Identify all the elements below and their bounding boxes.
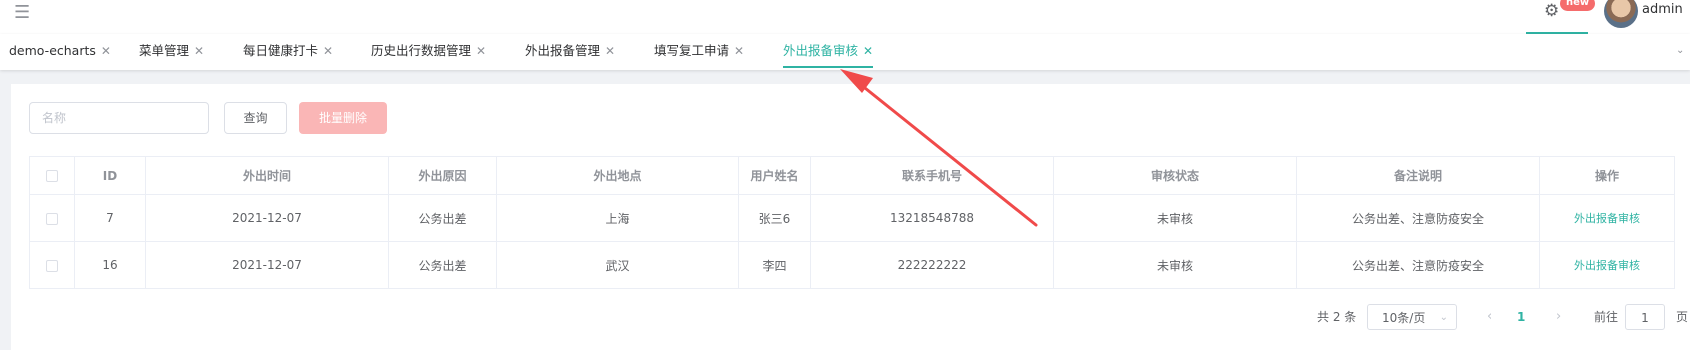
table-row: 16 2021-12-07 公务出差 武汉 李四 222222222 未审核 公… bbox=[29, 241, 1675, 289]
review-link[interactable]: 外出报备审核 bbox=[1574, 259, 1640, 272]
cell-time: 2021-12-07 bbox=[145, 194, 389, 242]
tab-return-to-work-application[interactable]: 填写复工申请 ✕ bbox=[654, 34, 744, 68]
cell-user: 张三6 bbox=[738, 194, 811, 242]
tab-outing-report-management[interactable]: 外出报备管理 ✕ bbox=[525, 34, 615, 68]
tab-demo-echarts[interactable]: demo-echarts ✕ bbox=[9, 34, 111, 68]
table-header-row: ID 外出时间 外出原因 外出地点 用户姓名 联系手机号 审核状态 备注说明 操… bbox=[29, 156, 1675, 195]
column-header: 外出地点 bbox=[496, 156, 739, 195]
row-checkbox[interactable] bbox=[46, 212, 58, 225]
top-header: ☰ ⚙ new admin bbox=[0, 0, 1690, 34]
tab-label: 每日健康打卡 bbox=[243, 43, 319, 58]
chevron-down-icon[interactable]: ⌄ bbox=[1676, 45, 1684, 56]
content-card: 查询 批量删除 ID 外出时间 外出原因 外出地点 用户姓名 联系手机号 审核状… bbox=[11, 84, 1690, 350]
page-size-select[interactable]: 10条/页 ⌄ bbox=[1367, 304, 1457, 330]
tab-outing-report-review[interactable]: 外出报备审核 ✕ bbox=[783, 34, 874, 68]
gear-icon[interactable]: ⚙ bbox=[1544, 2, 1559, 20]
goto-label: 前往 bbox=[1594, 310, 1619, 324]
close-icon[interactable]: ✕ bbox=[323, 44, 333, 58]
cell-status: 未审核 bbox=[1053, 194, 1297, 242]
cell-user: 李四 bbox=[738, 241, 811, 289]
close-icon[interactable]: ✕ bbox=[194, 44, 204, 58]
data-table: ID 外出时间 外出原因 外出地点 用户姓名 联系手机号 审核状态 备注说明 操… bbox=[29, 156, 1675, 289]
hamburger-icon[interactable]: ☰ bbox=[14, 3, 30, 23]
column-header: 备注说明 bbox=[1296, 156, 1540, 195]
tab-label: 外出报备审核 bbox=[783, 43, 859, 58]
search-input[interactable] bbox=[29, 102, 209, 134]
cell-phone: 222222222 bbox=[810, 241, 1054, 289]
tab-label: 历史出行数据管理 bbox=[371, 43, 472, 58]
cell-reason: 公务出差 bbox=[388, 241, 497, 289]
column-header: 操作 bbox=[1539, 156, 1675, 195]
current-page-number[interactable]: 1 bbox=[1517, 304, 1525, 330]
batch-delete-button[interactable]: 批量删除 bbox=[299, 102, 387, 134]
cell-status: 未审核 bbox=[1053, 241, 1297, 289]
page-size-value: 10条/页 bbox=[1382, 311, 1426, 325]
column-header: 审核状态 bbox=[1053, 156, 1297, 195]
cell-remark: 公务出差、注意防疫安全 bbox=[1296, 194, 1540, 242]
user-name[interactable]: admin bbox=[1642, 2, 1683, 17]
close-icon[interactable]: ✕ bbox=[476, 44, 486, 58]
close-icon[interactable]: ✕ bbox=[605, 44, 615, 58]
column-header: 用户姓名 bbox=[738, 156, 811, 195]
row-select-cell[interactable] bbox=[29, 194, 75, 242]
next-page-icon[interactable]: › bbox=[1556, 304, 1561, 330]
tab-label: 外出报备管理 bbox=[525, 43, 601, 58]
row-checkbox[interactable] bbox=[46, 259, 58, 272]
close-icon[interactable]: ✕ bbox=[101, 44, 111, 58]
prev-page-icon[interactable]: ‹ bbox=[1487, 304, 1492, 330]
row-select-cell[interactable] bbox=[29, 241, 75, 289]
cell-place: 武汉 bbox=[496, 241, 739, 289]
close-icon[interactable]: ✕ bbox=[863, 44, 873, 58]
column-header: 外出时间 bbox=[145, 156, 389, 195]
cell-reason: 公务出差 bbox=[388, 194, 497, 242]
tab-label: demo-echarts bbox=[9, 43, 96, 58]
tab-label: 填写复工申请 bbox=[654, 43, 730, 58]
close-icon[interactable]: ✕ bbox=[734, 44, 744, 58]
new-badge: new bbox=[1560, 0, 1596, 11]
cell-action: 外出报备审核 bbox=[1539, 194, 1675, 242]
table-row: 7 2021-12-07 公务出差 上海 张三6 13218548788 未审核… bbox=[29, 194, 1675, 242]
select-all-checkbox[interactable] bbox=[46, 170, 58, 182]
cell-id: 7 bbox=[74, 194, 146, 242]
cell-remark: 公务出差、注意防疫安全 bbox=[1296, 241, 1540, 289]
page-unit-label: 页 bbox=[1676, 310, 1689, 324]
query-button[interactable]: 查询 bbox=[224, 102, 287, 134]
goto-page-input[interactable]: 1 bbox=[1625, 304, 1665, 330]
pagination-total: 共 2 条 bbox=[1317, 310, 1357, 324]
select-all-cell[interactable] bbox=[29, 156, 75, 195]
cell-place: 上海 bbox=[496, 194, 739, 242]
chevron-down-icon: ⌄ bbox=[1439, 312, 1448, 323]
column-header: 联系手机号 bbox=[810, 156, 1054, 195]
cell-id: 16 bbox=[74, 241, 146, 289]
review-link[interactable]: 外出报备审核 bbox=[1574, 212, 1640, 225]
column-header: ID bbox=[74, 156, 146, 195]
cell-action: 外出报备审核 bbox=[1539, 241, 1675, 289]
cell-phone: 13218548788 bbox=[810, 194, 1054, 242]
avatar[interactable] bbox=[1604, 0, 1638, 28]
settings-button[interactable]: ⚙ new bbox=[1526, 0, 1596, 34]
tab-label: 菜单管理 bbox=[139, 43, 190, 58]
tabs-bar: demo-echarts ✕ 菜单管理 ✕ 每日健康打卡 ✕ 历史出行数据管理 ✕ 外出… bbox=[0, 34, 1690, 70]
tab-daily-health-checkin[interactable]: 每日健康打卡 ✕ bbox=[243, 34, 333, 68]
column-header: 外出原因 bbox=[388, 156, 497, 195]
tab-travel-history[interactable]: 历史出行数据管理 ✕ bbox=[371, 34, 486, 68]
tab-menu-management[interactable]: 菜单管理 ✕ bbox=[139, 34, 204, 68]
cell-time: 2021-12-07 bbox=[145, 241, 389, 289]
